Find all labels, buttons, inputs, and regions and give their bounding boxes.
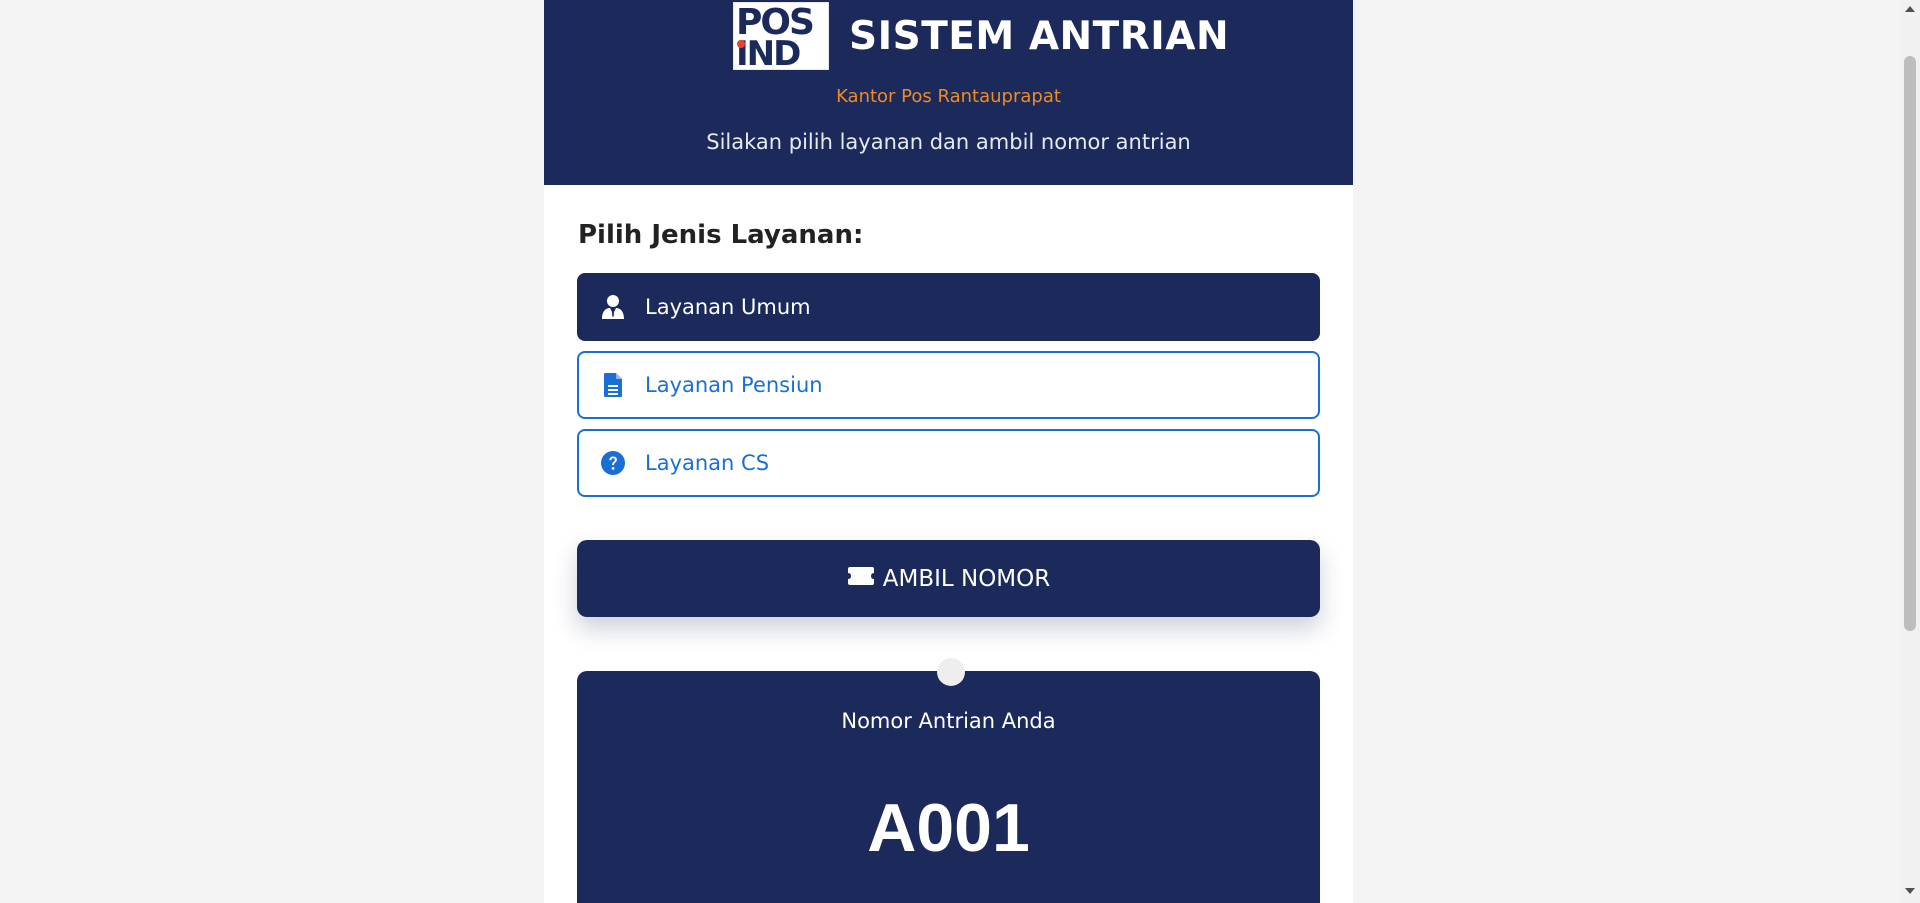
logo-dot: [737, 40, 745, 48]
ticket-icon: [847, 566, 875, 592]
queue-card: POS IND SISTEM ANTRIAN Kantor Pos Rantau…: [544, 0, 1353, 903]
question-circle-icon: [599, 449, 627, 477]
queue-ticket: Nomor Antrian Anda A001: [577, 658, 1320, 903]
queue-number: A001: [867, 790, 1030, 866]
service-label: Layanan CS: [645, 451, 770, 475]
scroll-up-arrow-icon[interactable]: [1905, 6, 1915, 12]
office-name: Kantor Pos Rantauprapat: [836, 86, 1061, 107]
header: POS IND SISTEM ANTRIAN Kantor Pos Rantau…: [544, 0, 1353, 185]
page-subtitle: Silakan pilih layanan dan ambil nomor an…: [706, 130, 1191, 154]
service-option-cs[interactable]: Layanan CS: [577, 429, 1320, 497]
take-number-button[interactable]: AMBIL NOMOR: [577, 540, 1320, 617]
user-tie-icon: [599, 293, 627, 321]
service-option-pensiun[interactable]: Layanan Pensiun: [577, 351, 1320, 419]
service-section-label: Pilih Jenis Layanan:: [578, 220, 864, 250]
logo-text-bottom: IND: [736, 34, 801, 74]
posind-logo: POS IND: [733, 2, 829, 74]
scroll-down-arrow-icon[interactable]: [1905, 888, 1915, 894]
ticket-label: Nomor Antrian Anda: [841, 709, 1056, 733]
service-label: Layanan Umum: [645, 295, 811, 319]
service-label: Layanan Pensiun: [645, 373, 823, 397]
file-document-icon: [599, 371, 627, 399]
service-option-umum[interactable]: Layanan Umum: [577, 273, 1320, 341]
brand-row: POS IND SISTEM ANTRIAN: [733, 2, 1230, 74]
vertical-scrollbar[interactable]: [1900, 0, 1920, 903]
scrollbar-thumb[interactable]: [1904, 56, 1916, 631]
ticket-notch: [937, 658, 965, 686]
take-number-label: AMBIL NOMOR: [882, 565, 1051, 592]
page: POS IND SISTEM ANTRIAN Kantor Pos Rantau…: [0, 0, 1920, 903]
page-title: SISTEM ANTRIAN: [849, 13, 1230, 59]
